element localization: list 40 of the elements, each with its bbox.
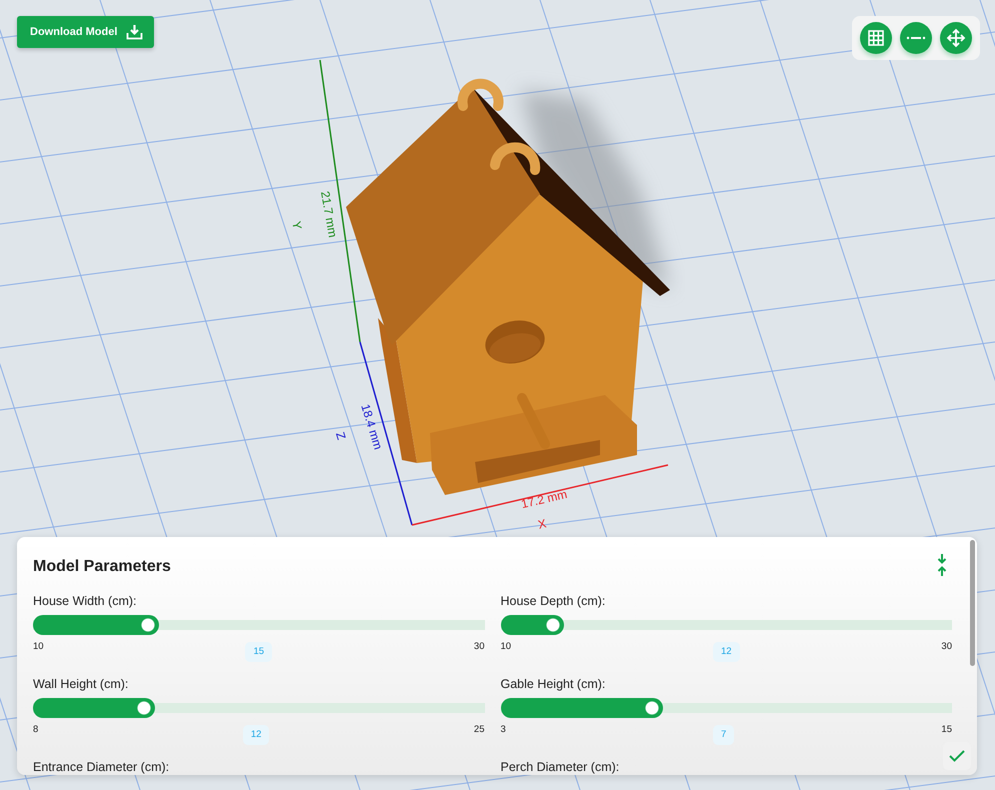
parameter-label: Perch Diameter (cm): — [500, 759, 620, 775]
parameter-label: Gable Height (cm): — [500, 676, 606, 693]
dimension-reading: 18.4 mm — [358, 402, 386, 452]
parameter-label: Entrance Diameter (cm): — [33, 759, 170, 775]
range-min: 3 — [500, 722, 506, 737]
parameter-label: Wall Height (cm): — [33, 676, 128, 693]
slider-fill[interactable] — [33, 614, 160, 635]
scrollbar-thumb[interactable] — [970, 540, 975, 666]
range-max: 30 — [474, 640, 484, 654]
range-max: 15 — [941, 722, 952, 737]
parameter-label: House Width (cm): — [33, 593, 136, 610]
move-button[interactable] — [940, 22, 972, 54]
check-icon — [949, 750, 965, 762]
range-max: 30 — [941, 640, 952, 654]
slider-fill[interactable] — [500, 614, 564, 635]
slider-fill[interactable] — [33, 698, 155, 718]
ruler-line-icon — [906, 36, 926, 40]
axis-label: X — [536, 516, 548, 532]
measure-button[interactable] — [900, 22, 932, 54]
dimension-reading: 21.7 mm — [318, 190, 340, 238]
grid-icon — [866, 28, 886, 48]
range-min: 10 — [33, 640, 44, 654]
download-icon — [126, 24, 144, 40]
slider-fill[interactable] — [500, 698, 664, 718]
move-icon — [946, 28, 966, 48]
value-badge: 15 — [245, 642, 272, 662]
range-min: 8 — [33, 722, 38, 737]
value-badge: 12 — [242, 724, 270, 745]
parameter-label: House Depth (cm): — [500, 593, 606, 610]
grid-view-button[interactable] — [860, 22, 892, 54]
dimension-reading: 17.2 mm — [520, 487, 568, 512]
axis-label: Z — [333, 430, 349, 442]
range-max: 25 — [474, 722, 484, 737]
collapse-icon[interactable] — [935, 553, 949, 577]
axis-label: Y — [289, 220, 305, 230]
range-min: 10 — [500, 640, 512, 654]
download-button[interactable]: Download Model — [17, 16, 154, 48]
panel-title: Model Parameters — [33, 557, 171, 576]
value-badge: 7 — [712, 724, 734, 745]
value-badge: 12 — [712, 642, 740, 662]
